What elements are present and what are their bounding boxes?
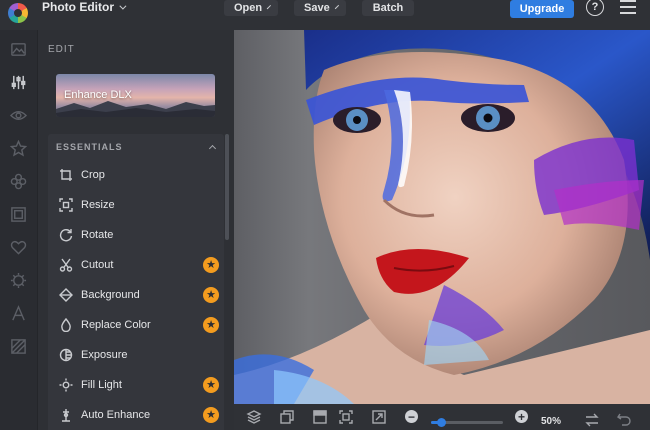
zoom-slider-thumb[interactable] xyxy=(437,418,447,427)
tool-label: Resize xyxy=(81,199,115,211)
premium-star-icon: ★ xyxy=(203,377,219,393)
background-icon xyxy=(59,288,73,302)
texture-icon[interactable] xyxy=(10,272,27,289)
top-bar: Photo Editor Open Save Batch Upgrade ? xyxy=(0,0,650,30)
compare-icon[interactable] xyxy=(279,409,295,425)
tool-label: Auto Enhance xyxy=(81,409,151,421)
section-title: EDIT xyxy=(48,44,75,55)
export-icon[interactable] xyxy=(371,409,387,425)
chevron-down-icon xyxy=(266,4,272,9)
droplet-icon xyxy=(59,317,73,333)
exposure-icon xyxy=(59,348,73,362)
tool-label: Exposure xyxy=(81,349,128,361)
batch-label: Batch xyxy=(372,2,404,14)
rotate-icon xyxy=(59,228,73,242)
upgrade-button[interactable]: Upgrade xyxy=(510,0,574,18)
zoom-value: 50% xyxy=(541,416,562,427)
batch-button[interactable]: Batch xyxy=(362,0,414,16)
tool-auto-enhance[interactable]: Auto Enhance ★ xyxy=(48,400,224,430)
tool-crop[interactable]: Crop xyxy=(48,160,224,190)
tool-replace-color[interactable]: Replace Color ★ xyxy=(48,310,224,340)
zoom-out-button[interactable]: − xyxy=(405,410,418,423)
enhance-dlx-card[interactable]: Enhance DLX xyxy=(56,74,215,117)
split-view-icon[interactable] xyxy=(312,409,328,425)
photo-canvas[interactable] xyxy=(234,30,650,404)
text-icon[interactable] xyxy=(10,305,27,322)
tool-label: Crop xyxy=(81,169,105,181)
chevron-down-icon xyxy=(334,4,339,9)
eye-icon[interactable] xyxy=(10,107,27,124)
tool-label: Replace Color xyxy=(81,319,151,331)
tool-label: Cutout xyxy=(81,259,114,271)
enhance-dlx-label: Enhance DLX xyxy=(64,89,132,101)
chevron-down-icon xyxy=(119,2,127,10)
tool-label: Rotate xyxy=(81,229,114,241)
premium-star-icon: ★ xyxy=(203,407,219,423)
tool-resize[interactable]: Resize xyxy=(48,190,224,220)
star-icon[interactable] xyxy=(10,140,27,157)
hamburger-menu-icon[interactable] xyxy=(620,0,636,14)
photo-editor-app: Photo Editor Open Save Batch Upgrade ? E… xyxy=(0,0,650,430)
tool-cutout[interactable]: Cutout ★ xyxy=(48,250,224,280)
tool-label: Fill Light xyxy=(81,379,122,391)
wand-icon xyxy=(59,408,73,422)
help-icon[interactable]: ? xyxy=(586,0,604,16)
scissors-icon xyxy=(59,258,73,272)
undo-icon[interactable] xyxy=(616,412,632,428)
save-menu-label: Save xyxy=(304,2,330,14)
app-title-menu[interactable]: Photo Editor xyxy=(42,0,127,14)
zoom-in-button[interactable]: + xyxy=(515,410,528,423)
tool-label: Background xyxy=(81,289,140,301)
premium-star-icon: ★ xyxy=(203,257,219,273)
open-menu-button[interactable]: Open xyxy=(224,0,278,16)
flip-icon[interactable] xyxy=(584,412,600,428)
save-menu-button[interactable]: Save xyxy=(294,0,346,16)
heart-icon[interactable] xyxy=(10,239,27,256)
zoom-slider[interactable] xyxy=(431,418,503,427)
tool-category-rail xyxy=(0,30,38,430)
chevron-up-icon[interactable] xyxy=(208,144,217,153)
open-menu-label: Open xyxy=(234,2,263,14)
app-title-label: Photo Editor xyxy=(42,0,114,14)
premium-star-icon: ★ xyxy=(203,287,219,303)
flower-icon[interactable] xyxy=(10,173,27,190)
crop-icon xyxy=(59,168,73,182)
essentials-section: ESSENTIALS Crop Resize Rotate Cutout ★ B… xyxy=(48,134,224,430)
image-icon[interactable] xyxy=(10,41,27,58)
fit-screen-icon[interactable] xyxy=(338,409,354,425)
overlay-icon[interactable] xyxy=(10,338,27,355)
panel-scrollbar[interactable] xyxy=(225,134,229,240)
resize-icon xyxy=(59,198,73,212)
tool-rotate[interactable]: Rotate xyxy=(48,220,224,250)
edit-panel: EDIT Enhance DLX ESSENTIALS Crop Resize … xyxy=(38,30,234,430)
tool-exposure[interactable]: Exposure xyxy=(48,340,224,370)
sliders-icon[interactable] xyxy=(10,74,27,91)
sun-icon xyxy=(59,378,73,392)
premium-star-icon: ★ xyxy=(203,317,219,333)
tool-background[interactable]: Background ★ xyxy=(48,280,224,310)
layers-icon[interactable] xyxy=(246,409,262,425)
tool-fill-light[interactable]: Fill Light ★ xyxy=(48,370,224,400)
app-logo-icon[interactable] xyxy=(8,3,28,23)
portrait-photo xyxy=(234,30,650,404)
frame-icon[interactable] xyxy=(10,206,27,223)
essentials-header[interactable]: ESSENTIALS xyxy=(56,142,123,152)
